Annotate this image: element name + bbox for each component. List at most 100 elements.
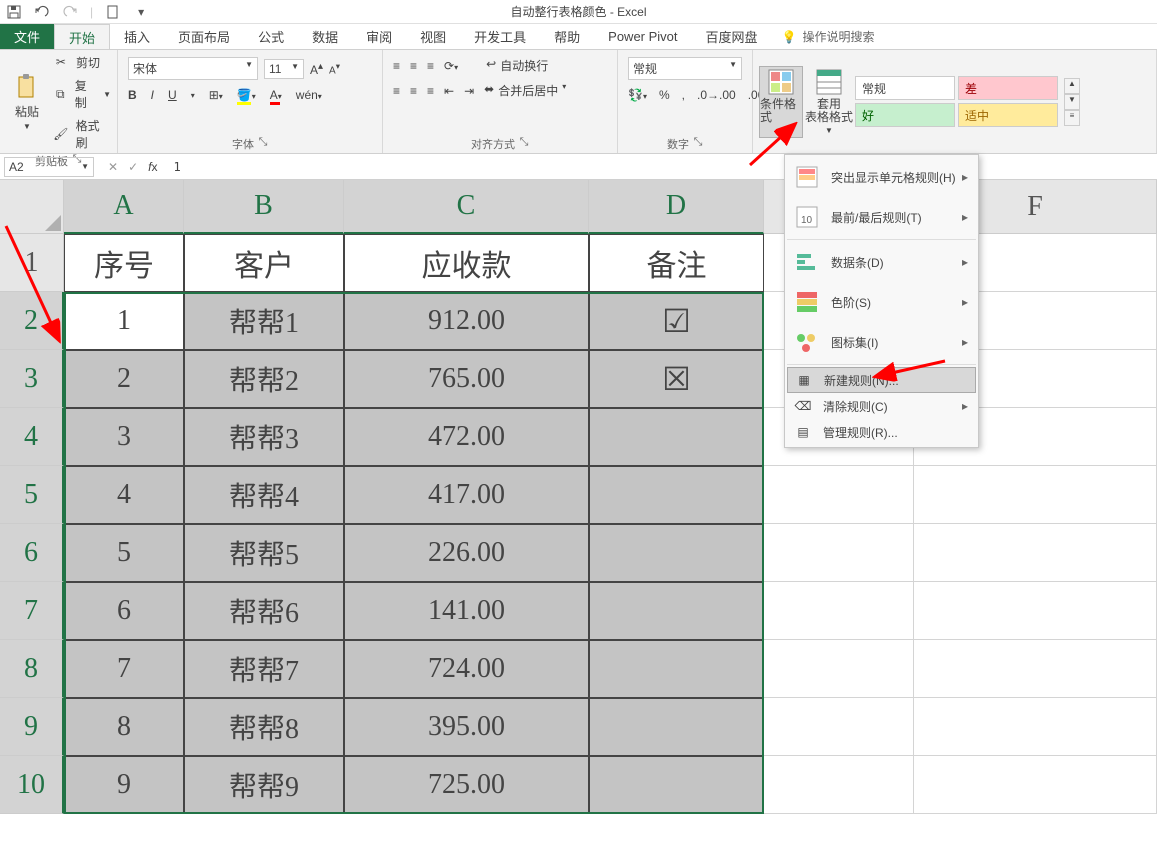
cell[interactable]: 帮帮5 [184,524,344,582]
cell-styles-gallery[interactable]: 常规 差 好 适中 [855,76,1058,127]
cell[interactable] [589,698,764,756]
cell[interactable] [764,698,914,756]
cell[interactable] [914,698,1157,756]
cell[interactable]: 9 [64,756,184,814]
cell[interactable] [589,524,764,582]
cell[interactable]: 3 [64,408,184,466]
cell[interactable]: 7 [64,640,184,698]
cell[interactable] [914,466,1157,524]
align-center-icon[interactable]: ≡ [410,84,417,98]
redo-icon[interactable] [62,4,78,20]
align-right-icon[interactable]: ≡ [427,84,434,98]
indent-decrease-icon[interactable]: ⇤ [444,84,454,98]
cell[interactable]: 帮帮6 [184,582,344,640]
cell[interactable]: 客户 [184,234,344,292]
cell[interactable]: ☑ [589,292,764,350]
menu-top-bottom[interactable]: 10 最前/最后规则(T)▸ [787,197,976,237]
column-header[interactable]: B [184,180,344,234]
copy-button[interactable]: ⧉复制▼ [52,77,111,111]
dialog-launcher-icon[interactable]: ⤡ [519,136,529,146]
row-header[interactable]: 8 [0,640,64,698]
column-header[interactable]: A [64,180,184,234]
fill-color-button[interactable]: 🪣▾ [237,88,256,102]
cell[interactable]: 765.00 [344,350,589,408]
cell[interactable]: 395.00 [344,698,589,756]
row-header[interactable]: 5 [0,466,64,524]
tab-layout[interactable]: 页面布局 [164,24,244,49]
new-icon[interactable] [105,4,121,20]
dialog-launcher-icon[interactable]: ⤡ [693,136,703,146]
cell[interactable] [914,524,1157,582]
style-bad[interactable]: 差 [958,76,1058,100]
tab-dev[interactable]: 开发工具 [460,24,540,49]
indent-increase-icon[interactable]: ⇥ [464,84,474,98]
dialog-launcher-icon[interactable]: ⤡ [258,136,268,146]
cell[interactable]: 725.00 [344,756,589,814]
tab-file[interactable]: 文件 [0,24,54,49]
cell[interactable] [914,582,1157,640]
cell[interactable]: 帮帮8 [184,698,344,756]
cell[interactable] [764,640,914,698]
cell[interactable] [589,408,764,466]
cell[interactable]: 帮帮4 [184,466,344,524]
tab-review[interactable]: 审阅 [352,24,406,49]
menu-data-bars[interactable]: 数据条(D)▸ [787,242,976,282]
italic-button[interactable]: I [151,88,154,102]
align-top-icon[interactable]: ≡ [393,59,400,73]
cell[interactable] [589,640,764,698]
menu-highlight-rules[interactable]: 突出显示单元格规则(H)▸ [787,157,976,197]
column-header[interactable]: D [589,180,764,234]
format-painter-button[interactable]: 🖌格式刷 [52,117,111,151]
cancel-icon[interactable]: ✕ [108,160,118,174]
cell[interactable]: 帮帮2 [184,350,344,408]
cell[interactable] [589,466,764,524]
cell[interactable]: 帮帮7 [184,640,344,698]
merge-button[interactable]: ⬌合并后居中▾ [484,82,566,99]
font-name-select[interactable]: 宋体▼ [128,57,258,80]
percent-button[interactable]: % [659,88,670,102]
cell[interactable]: 417.00 [344,466,589,524]
menu-new-rule[interactable]: ▦ 新建规则(N)... [787,367,976,393]
orientation-icon[interactable]: ⟳▾ [444,59,458,73]
decrease-font-icon[interactable]: A▾ [329,61,340,76]
cell[interactable]: 帮帮9 [184,756,344,814]
row-header[interactable]: 6 [0,524,64,582]
tab-baidu[interactable]: 百度网盘 [692,24,772,49]
tab-formulas[interactable]: 公式 [244,24,298,49]
currency-button[interactable]: 💱▾ [628,88,647,102]
tab-data[interactable]: 数据 [298,24,352,49]
cell[interactable]: 141.00 [344,582,589,640]
align-left-icon[interactable]: ≡ [393,84,400,98]
style-good[interactable]: 好 [855,103,955,127]
cell[interactable]: 8 [64,698,184,756]
cell[interactable]: 帮帮1 [184,292,344,350]
undo-icon[interactable] [34,4,50,20]
cell[interactable]: 4 [64,466,184,524]
row-header[interactable]: 9 [0,698,64,756]
cell[interactable]: 1 [64,292,184,350]
cell[interactable]: 724.00 [344,640,589,698]
cell[interactable] [589,582,764,640]
cell[interactable]: 472.00 [344,408,589,466]
number-format-select[interactable]: 常规▼ [628,57,742,80]
row-header[interactable]: 1 [0,234,64,292]
row-header[interactable]: 2 [0,292,64,350]
cell[interactable] [764,524,914,582]
fx-icon[interactable]: fx [148,160,157,174]
cell[interactable]: 备注 [589,234,764,292]
font-color-button[interactable]: A▾ [270,88,282,102]
bold-button[interactable]: B [128,88,137,102]
gallery-down-icon[interactable]: ▼ [1064,94,1080,110]
conditional-format-button[interactable]: 条件格式 ▼ [759,66,803,138]
cell[interactable]: 序号 [64,234,184,292]
cell[interactable] [764,582,914,640]
row-header[interactable]: 10 [0,756,64,814]
column-header[interactable]: C [344,180,589,234]
chevron-down-icon[interactable]: ▾ [133,4,149,20]
tab-insert[interactable]: 插入 [110,24,164,49]
cell[interactable]: 912.00 [344,292,589,350]
row-header[interactable]: 4 [0,408,64,466]
increase-decimal-icon[interactable]: .0→.00 [697,88,736,102]
tab-pivot[interactable]: Power Pivot [594,24,691,49]
tab-view[interactable]: 视图 [406,24,460,49]
